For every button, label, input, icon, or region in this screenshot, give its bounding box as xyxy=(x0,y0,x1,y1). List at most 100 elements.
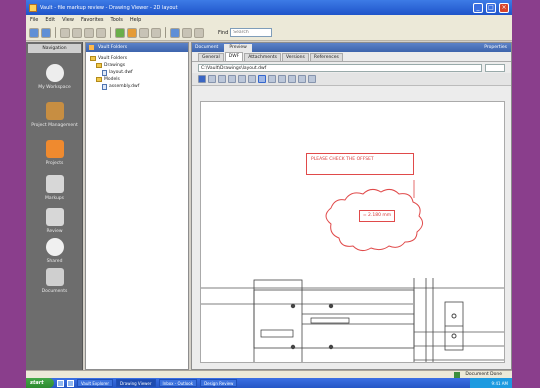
globe-icon xyxy=(45,64,64,82)
markup-toolbar xyxy=(192,73,511,86)
tree-node-label: assembly.dwf xyxy=(109,84,140,89)
file-path-field[interactable]: C:\Vault\Drawings\layout.dwf xyxy=(198,63,482,72)
subtab-references[interactable]: References xyxy=(309,53,343,61)
folder-icon xyxy=(96,63,102,68)
subtab-versions[interactable]: Versions xyxy=(281,53,309,61)
close-button[interactable]: × xyxy=(499,2,509,13)
tab-properties[interactable]: Properties xyxy=(484,45,511,50)
title-bar[interactable]: Vault - file markup review - Drawing Vie… xyxy=(26,0,512,15)
tab-preview[interactable]: Preview xyxy=(224,44,252,52)
clock[interactable]: 9:41 AM xyxy=(492,381,508,386)
cloud-dimension-label[interactable]: = 2.180 mm xyxy=(359,210,395,222)
document-viewer-pane: Document Preview Properties General DWF … xyxy=(191,42,512,370)
main-toolbar: Find xyxy=(26,25,512,41)
tree-node[interactable]: assembly.dwf xyxy=(90,83,188,90)
menu-favorites[interactable]: Favorites xyxy=(81,17,104,23)
desktop-screen: Vault - file markup review - Drawing Vie… xyxy=(26,0,512,388)
rail-tab[interactable]: Navigation xyxy=(28,44,81,53)
select-tool-icon[interactable] xyxy=(198,75,206,83)
rail-item-label: Documents xyxy=(41,289,68,294)
rail-item-documents[interactable]: Documents xyxy=(30,268,79,294)
delete-button[interactable] xyxy=(182,27,192,38)
arrow-markup-icon[interactable] xyxy=(278,75,286,83)
measure-icon[interactable] xyxy=(288,75,296,83)
toolbar-separator xyxy=(165,27,166,38)
subtab-dwf[interactable]: DWF xyxy=(224,52,244,61)
fit-icon[interactable] xyxy=(238,75,246,83)
copy-button[interactable] xyxy=(151,27,161,38)
find-button[interactable] xyxy=(170,27,180,38)
rail-item-label: Review xyxy=(46,229,63,234)
tree-node[interactable]: layout.dwf xyxy=(90,69,188,76)
tree-node[interactable]: Drawings xyxy=(90,62,188,69)
tree-pane-header: Vault Folders xyxy=(86,43,188,52)
file-path-row: C:\Vault\Drawings\layout.dwf xyxy=(192,62,511,73)
pan-tool-icon[interactable] xyxy=(208,75,216,83)
taskbar: start Vault Explorer Drawing Viewer Inbo… xyxy=(26,378,512,388)
maximize-button[interactable]: □ xyxy=(486,2,496,13)
menu-help[interactable]: Help xyxy=(130,17,141,23)
minimize-button[interactable]: _ xyxy=(473,2,483,13)
task-button[interactable]: Inbox - Outlook xyxy=(158,379,198,387)
binoculars-icon xyxy=(45,208,64,226)
viewer-side-label: Document xyxy=(195,45,219,50)
open-button[interactable] xyxy=(72,27,82,38)
rail-item-projects[interactable]: Projects xyxy=(30,140,79,166)
menu-edit[interactable]: Edit xyxy=(45,17,55,23)
rail-item-project-management[interactable]: Project Management xyxy=(30,102,79,128)
tree-node-label: Vault Folders xyxy=(98,56,128,61)
forward-button[interactable] xyxy=(41,27,51,38)
markup-text-callout[interactable]: PLEASE CHECK THE OFFSET xyxy=(306,153,414,175)
window-title: Vault - file markup review - Drawing Vie… xyxy=(40,4,178,11)
search-input[interactable] xyxy=(230,28,273,37)
rail-item-label: Project Management xyxy=(31,123,78,128)
drawing-canvas[interactable]: PLEASE CHECK THE OFFSET = 2.180 mm xyxy=(200,101,505,363)
menu-view[interactable]: View xyxy=(62,17,74,23)
menu-file[interactable]: File xyxy=(30,17,38,23)
briefcase-icon xyxy=(45,102,64,120)
zoom-tool-icon[interactable] xyxy=(218,75,226,83)
task-button[interactable]: Drawing Viewer xyxy=(116,379,156,387)
check-in-button[interactable] xyxy=(115,27,125,38)
rotate-icon[interactable] xyxy=(248,75,256,83)
quick-launch-icon[interactable] xyxy=(67,379,74,387)
task-button[interactable]: Design Review xyxy=(200,379,238,387)
start-button[interactable]: start xyxy=(26,378,54,388)
search-label: Find xyxy=(218,29,229,36)
print-button[interactable] xyxy=(96,27,106,38)
new-button[interactable] xyxy=(60,27,70,38)
navigation-rail: Navigation My Workspace Project Manageme… xyxy=(26,42,83,370)
tree-node[interactable]: Vault Folders xyxy=(90,55,188,62)
viewer-subtabs: General DWF Attachments Versions Referen… xyxy=(192,52,511,62)
rail-item-label: Projects xyxy=(45,161,64,166)
zoom-rect-icon[interactable] xyxy=(228,75,236,83)
rail-item-workspace[interactable]: My Workspace xyxy=(30,64,79,90)
back-button[interactable] xyxy=(29,27,39,38)
subtab-general[interactable]: General xyxy=(198,53,224,61)
properties-button[interactable] xyxy=(194,27,204,38)
print-icon[interactable] xyxy=(298,75,306,83)
folder-icon xyxy=(45,140,64,158)
refresh-button[interactable] xyxy=(139,27,149,38)
rail-item-review[interactable]: Review xyxy=(30,208,79,234)
text-markup-icon[interactable] xyxy=(268,75,276,83)
quick-launch-icon[interactable] xyxy=(57,379,64,387)
sheet-selector[interactable] xyxy=(485,63,505,72)
tree-node[interactable]: Models xyxy=(90,76,188,83)
tree-node-label: Models xyxy=(104,77,120,82)
layers-icon[interactable] xyxy=(308,75,316,83)
subtab-attachments[interactable]: Attachments xyxy=(244,53,281,61)
cloud-markup-icon[interactable] xyxy=(258,75,266,83)
rail-item-label: My Workspace xyxy=(38,85,71,90)
rail-item-label: Shared xyxy=(46,259,63,264)
drawing-graphics xyxy=(201,180,504,362)
app-icon xyxy=(29,3,37,12)
rail-item-markups[interactable]: Markups xyxy=(30,175,79,201)
save-button[interactable] xyxy=(84,27,94,38)
vault-icon xyxy=(89,45,94,50)
rail-item-shared[interactable]: Shared xyxy=(30,238,79,264)
menu-tools[interactable]: Tools xyxy=(111,17,123,23)
check-out-button[interactable] xyxy=(127,27,137,38)
task-button[interactable]: Vault Explorer xyxy=(77,379,114,387)
toolbar-separator xyxy=(55,27,56,38)
